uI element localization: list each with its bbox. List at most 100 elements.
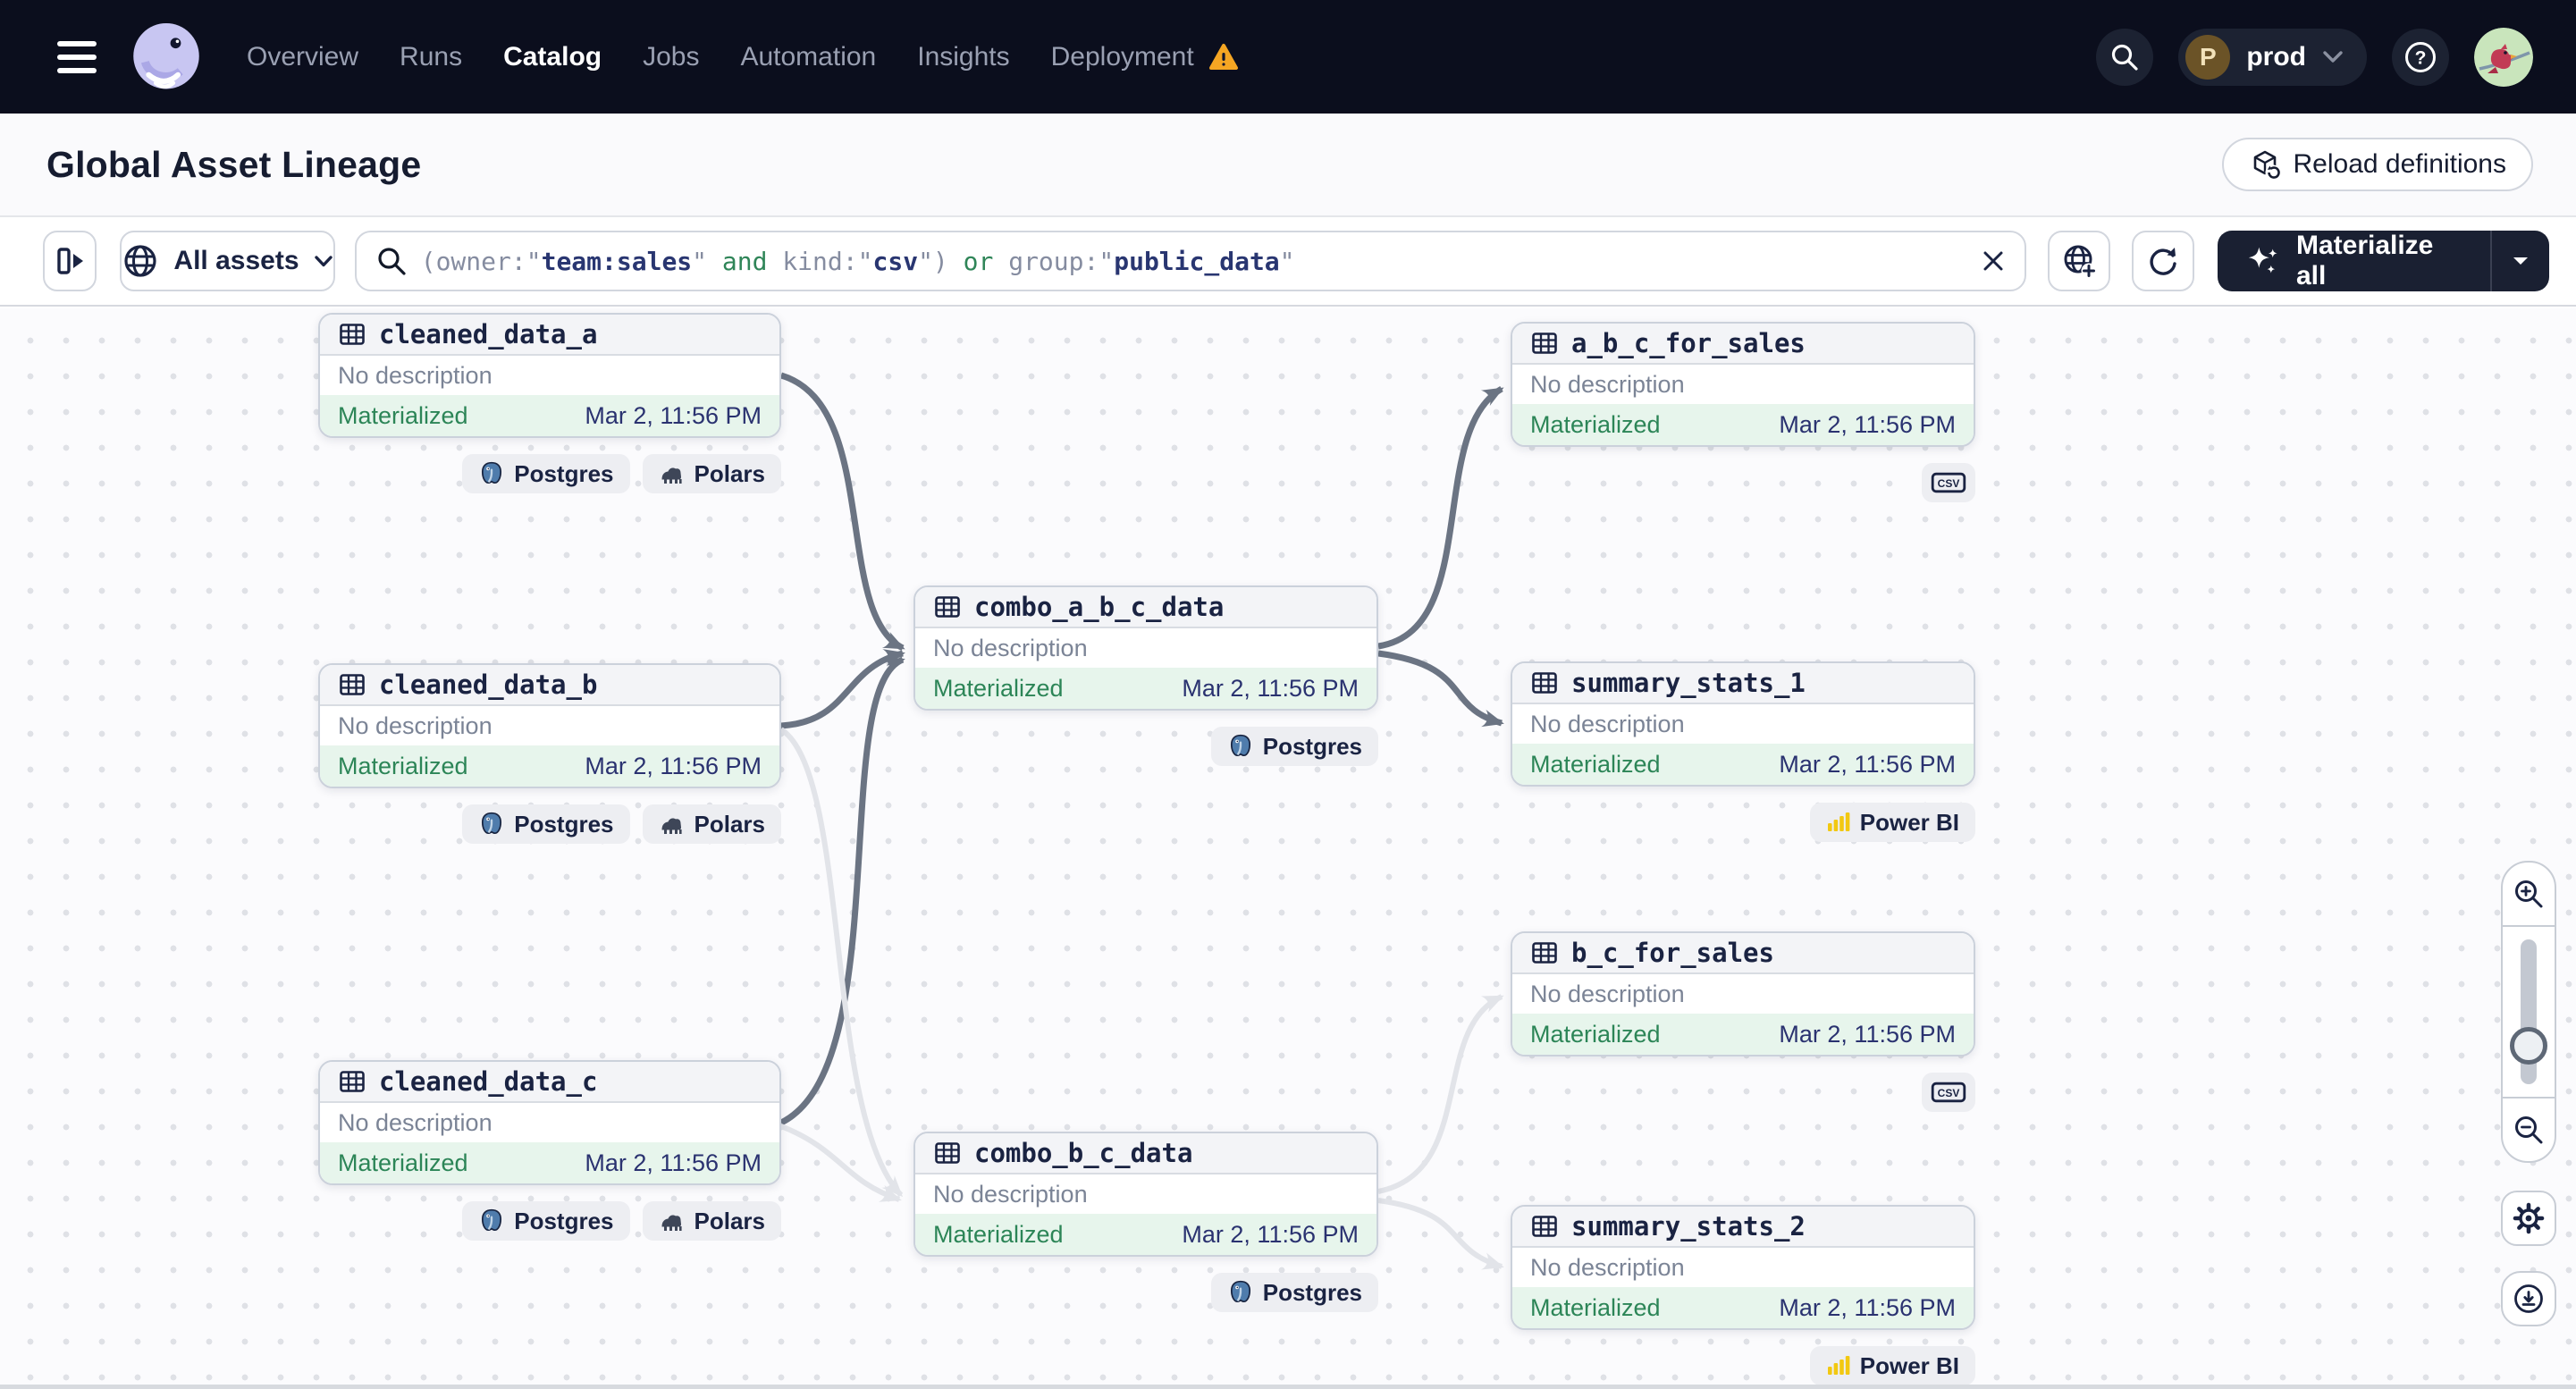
asset-tag-row: Postgres (1210, 727, 1378, 766)
asset-scope-dropdown[interactable]: All assets (120, 231, 335, 291)
asset-node-cleaned_data_b[interactable]: cleaned_data_b No description Materializ… (318, 663, 781, 788)
tag-powerbi: Power BI (1809, 803, 1975, 842)
table-icon (340, 1071, 365, 1092)
settings-icon (2513, 1202, 2545, 1234)
dagster-logo[interactable] (129, 20, 204, 95)
powerbi-icon (1827, 1356, 1850, 1375)
nav-item-insights[interactable]: Insights (917, 42, 1009, 72)
table-icon (935, 1142, 960, 1164)
asset-search-input[interactable]: (owner:"team:sales" and kind:"csv") or g… (354, 231, 2026, 291)
asset-status-bar: Materialized Mar 2, 11:56 PM (1512, 1014, 1974, 1055)
asset-description: No description (338, 361, 492, 389)
deployment-initial: P (2185, 34, 2231, 80)
nav-item-deployment[interactable]: Deployment (1051, 42, 1239, 72)
caret-down-icon (2513, 257, 2529, 265)
open-panel-button[interactable] (43, 231, 97, 291)
tag-csv: CSV (1922, 1073, 1975, 1112)
asset-node-cleaned_data_a[interactable]: cleaned_data_a No description Materializ… (318, 313, 781, 438)
svg-text:CSV: CSV (1938, 1087, 1960, 1099)
asset-description: No description (1530, 710, 1685, 737)
tag-polars: Polars (642, 804, 781, 844)
status-label: Materialized (338, 401, 468, 429)
asset-status-bar: Materialized Mar 2, 11:56 PM (1512, 1287, 1974, 1328)
asset-tag-row: Power BI (1809, 803, 1975, 842)
postgres-icon (482, 812, 502, 835)
nav-item-runs[interactable]: Runs (400, 42, 462, 72)
asset-node-header: cleaned_data_b (320, 665, 779, 706)
status-timestamp: Mar 2, 11:56 PM (1182, 1220, 1359, 1248)
postgres-icon (482, 461, 502, 484)
nav-item-catalog[interactable]: Catalog (503, 42, 602, 72)
status-label: Materialized (933, 1220, 1064, 1248)
asset-node-header: combo_a_b_c_data (915, 587, 1376, 628)
nav-item-jobs[interactable]: Jobs (643, 42, 699, 72)
search-button[interactable] (2096, 28, 2154, 86)
refresh-button[interactable] (2131, 231, 2194, 291)
asset-tag-row: Postgres Polars (462, 454, 781, 493)
asset-node-a_b_c_for_sales[interactable]: a_b_c_for_sales No description Materiali… (1511, 322, 1975, 447)
table-icon (935, 596, 960, 618)
help-icon: ? (2405, 41, 2436, 72)
asset-description: No description (933, 1180, 1088, 1208)
zoom-in-button[interactable] (2503, 863, 2555, 925)
status-label: Materialized (1530, 1293, 1661, 1321)
asset-node-combo_a_b_c_data[interactable]: combo_a_b_c_data No description Material… (913, 585, 1378, 711)
svg-text:CSV: CSV (1938, 477, 1960, 490)
asset-node-b_c_for_sales[interactable]: b_c_for_sales No description Materialize… (1511, 931, 1975, 1056)
asset-node-cleaned_data_c[interactable]: cleaned_data_c No description Materializ… (318, 1060, 781, 1185)
edge-cleaned_data_b-to-combo_b_c_data (779, 727, 904, 1198)
asset-name: cleaned_data_b (379, 669, 598, 700)
postgres-icon (482, 1208, 502, 1232)
status-label: Materialized (1530, 750, 1661, 778)
asset-tag-row: Postgres (1210, 1273, 1378, 1312)
nav-item-automation[interactable]: Automation (740, 42, 876, 72)
svg-text:?: ? (2415, 47, 2427, 68)
postgres-icon (1230, 734, 1250, 757)
reload-definitions-button[interactable]: Reload definitions (2221, 138, 2533, 191)
asset-name: cleaned_data_a (379, 319, 598, 349)
page-title: Global Asset Lineage (46, 143, 422, 185)
user-avatar[interactable] (2474, 27, 2533, 87)
postgres-icon (1230, 1280, 1250, 1303)
asset-tag-row: CSV (1922, 1073, 1975, 1112)
status-label: Materialized (1530, 410, 1661, 438)
clear-icon[interactable] (1980, 248, 2007, 274)
nav-item-overview[interactable]: Overview (247, 42, 358, 72)
materialize-all-button[interactable]: Materialize all (2217, 231, 2549, 291)
asset-scope-label: All assets (173, 246, 299, 275)
asset-node-summary_stats_1[interactable]: summary_stats_1 No description Materiali… (1511, 661, 1975, 787)
asset-node-summary_stats_2[interactable]: summary_stats_2 No description Materiali… (1511, 1205, 1975, 1330)
asset-node-header: b_c_for_sales (1512, 933, 1974, 974)
help-button[interactable]: ? (2392, 28, 2449, 86)
reload-definitions-label: Reload definitions (2293, 149, 2507, 179)
asset-node-header: summary_stats_1 (1512, 663, 1974, 704)
zoom-slider-handle[interactable] (2510, 1027, 2547, 1065)
asset-description: No description (1530, 980, 1685, 1007)
asset-node-header: cleaned_data_a (320, 315, 779, 356)
asset-description: No description (338, 1108, 492, 1136)
download-graph-button[interactable] (2501, 1271, 2556, 1326)
asset-tag-row: Postgres Polars (462, 804, 781, 844)
lineage-graph-canvas[interactable]: cleaned_data_a No description Materializ… (0, 308, 2576, 1389)
deployment-switcher[interactable]: P prod (2178, 28, 2367, 86)
asset-node-header: cleaned_data_c (320, 1062, 779, 1103)
asset-node-combo_b_c_data[interactable]: combo_b_c_data No description Materializ… (913, 1132, 1378, 1257)
asset-status-bar: Materialized Mar 2, 11:56 PM (915, 1214, 1376, 1255)
zoom-slider[interactable] (2503, 925, 2555, 1099)
asset-status-bar: Materialized Mar 2, 11:56 PM (1512, 404, 1974, 445)
reload-cube-icon (2253, 150, 2280, 181)
asset-description: No description (933, 634, 1088, 661)
asset-name: a_b_c_for_sales (1571, 328, 1806, 358)
hamburger-icon[interactable] (57, 40, 97, 73)
edge-combo_b_c_data-to-summary_stats_2 (1377, 1198, 1504, 1270)
materialize-options-button[interactable] (2492, 231, 2549, 291)
edge-combo_a_b_c_data-to-summary_stats_1 (1377, 650, 1504, 728)
page-header: Global Asset Lineage Reload definitions (0, 114, 2576, 217)
globe-icon (124, 245, 157, 277)
zoom-out-button[interactable] (2503, 1099, 2555, 1161)
asset-tag-row: CSV (1922, 463, 1975, 502)
polars-bear-icon (661, 1215, 682, 1231)
graph-settings-button[interactable] (2501, 1191, 2556, 1246)
asset-node-header: a_b_c_for_sales (1512, 324, 1974, 365)
save-selection-button[interactable] (2047, 231, 2110, 291)
